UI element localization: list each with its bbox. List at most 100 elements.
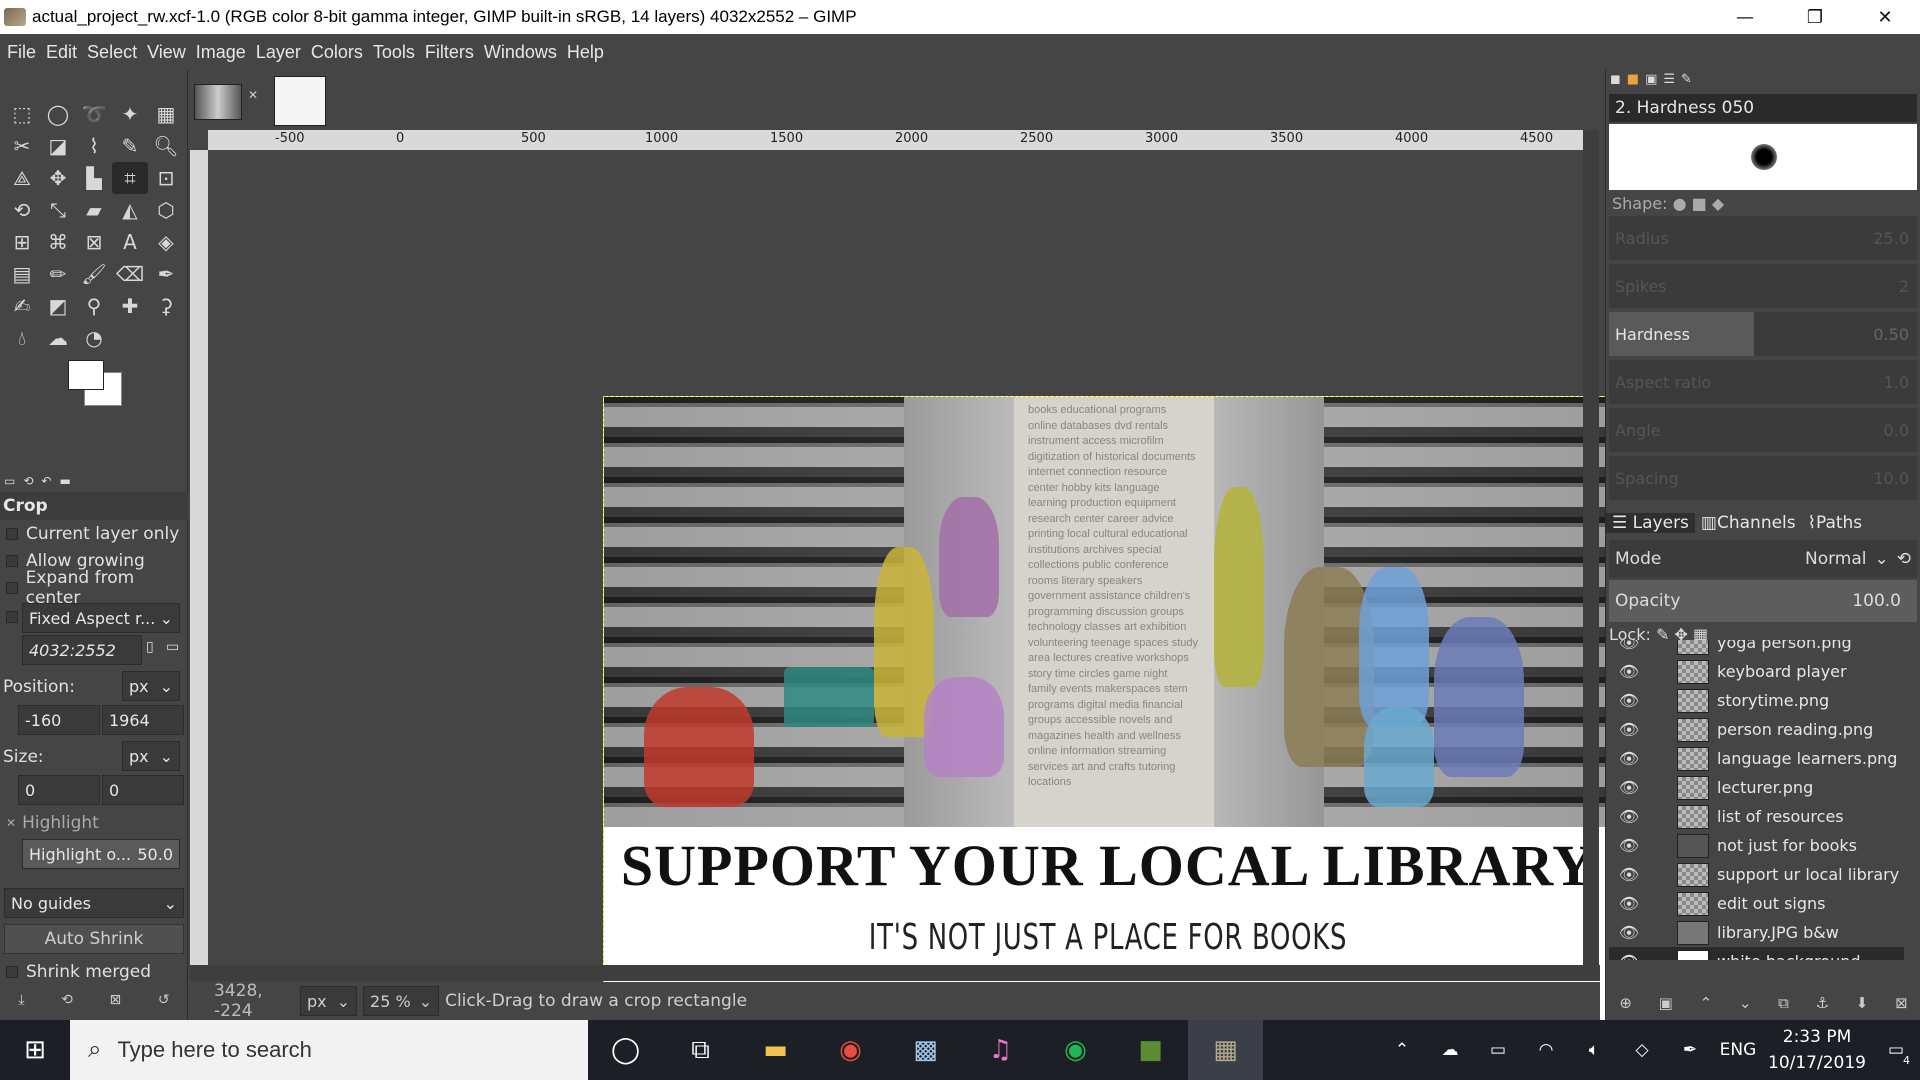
crop-icon[interactable]: ⌗ [112,162,148,194]
device-status-tab-icon[interactable]: ⟲ [23,474,33,488]
canvas-area[interactable]: books educational programs online databa… [208,150,1611,1033]
paintbrush-icon[interactable]: 🖌︎ [76,258,112,290]
diamond-shape-icon[interactable]: ◆ [1712,194,1724,213]
mypaint-icon[interactable]: ◩ [40,290,76,322]
brush-editor-tab-icon[interactable]: ✎ [1681,72,1692,87]
aspect-ratio-input[interactable]: 4032:2552 [22,635,142,665]
brushes-tab-icon[interactable]: ◼ [1610,72,1621,87]
layer-row[interactable]: 👁︎ storytime.png [1609,686,1904,715]
unified-transform-icon[interactable]: ⊡ [148,162,184,194]
layer-row[interactable]: 👁︎ language learners.png [1609,744,1904,773]
spotify-icon[interactable]: ◉ [1038,1020,1113,1080]
raise-layer-icon[interactable]: ⌃ [1700,994,1713,1012]
vertical-scrollbar[interactable] [1583,130,1599,965]
onedrive-icon[interactable]: ☁ [1426,1040,1474,1060]
task-view-icon[interactable]: ⧉ [663,1020,738,1080]
mode-switch-icon[interactable]: ⟲ [1897,549,1911,569]
chrome-icon[interactable]: ◉ [813,1020,888,1080]
expand-from-center-checkbox[interactable]: Expand from center [0,568,188,608]
menu-select[interactable]: Select [82,42,142,63]
smudge-icon[interactable]: 💧︎ [4,322,40,354]
image-tab-thumbnail[interactable] [194,84,242,120]
guides-dropdown[interactable]: No guides ⌄ [4,888,184,918]
rotate-icon[interactable]: ⟲ [4,194,40,226]
volume-icon[interactable]: 🔈︎ [1570,1040,1618,1060]
anchor-layer-icon[interactable]: ⚓ [1816,994,1829,1012]
tab-paths[interactable]: ⌇Paths [1802,513,1869,533]
text-icon[interactable]: A [112,226,148,258]
menu-filters[interactable]: Filters [420,42,479,63]
gimp-taskbar-icon[interactable]: ▦ [1188,1020,1263,1080]
airbrush-icon[interactable]: ✒ [148,258,184,290]
menu-colors[interactable]: Colors [306,42,368,63]
position-unit-select[interactable]: px ⌄ [122,671,180,701]
cortana-icon[interactable]: ◯ [588,1020,663,1080]
highlight-opacity-slider[interactable]: Highlight o... 50.0 [22,839,180,869]
duplicate-layer-icon[interactable]: ⧉ [1778,994,1789,1012]
size-height-input[interactable]: 0 [102,775,184,805]
menu-view[interactable]: View [142,42,191,63]
hardness-slider[interactable]: Hardness 0.50 [1609,312,1917,356]
new-layer-group-icon[interactable]: ▣ [1659,994,1673,1012]
scissors-icon[interactable]: ✂ [4,130,40,162]
layer-row[interactable]: 👁︎ library.JPG b&w [1609,918,1904,947]
dodge-icon[interactable]: ◔ [76,322,112,354]
measure-icon[interactable]: ⟁ [4,162,40,194]
layer-opacity-slider[interactable]: Opacity 100.0 [1609,580,1917,622]
bucket-fill-icon[interactable]: ◈ [148,226,184,258]
landscape-icon[interactable]: ▭ [166,639,179,655]
undo-history-tab-icon[interactable]: ↶ [41,474,51,488]
wifi-icon[interactable]: ◠ [1522,1040,1570,1060]
close-button[interactable]: ✕ [1850,0,1920,34]
taskbar-search[interactable]: ⌕ Type here to search [70,1020,588,1080]
chevron-up-icon[interactable]: ⌃ [1378,1040,1426,1060]
layer-row[interactable]: 👁︎ edit out signs [1609,889,1904,918]
ellipse-select-icon[interactable]: ◯ [40,98,76,130]
lower-layer-icon[interactable]: ⌄ [1739,994,1752,1012]
tab-layers[interactable]: ☰ Layers [1606,513,1695,533]
flip-icon[interactable]: ◭ [112,194,148,226]
layer-row[interactable]: 👁︎ person reading.png [1609,715,1904,744]
blur-icon[interactable]: ☁ [40,322,76,354]
size-width-input[interactable]: 0 [18,775,100,805]
move-icon[interactable]: ✥ [40,162,76,194]
spikes-slider[interactable]: Spikes 2 [1609,264,1917,308]
dropbox-icon[interactable]: ◇ [1618,1040,1666,1060]
menu-windows[interactable]: Windows [479,42,562,63]
fonts-tab-icon[interactable]: ▣ [1645,72,1657,87]
image-canvas[interactable]: books educational programs online databa… [603,396,1611,1033]
aspect-ratio-slider[interactable]: Aspect ratio 1.0 [1609,360,1917,404]
battery-icon[interactable]: ▭ [1474,1040,1522,1060]
tab-channels[interactable]: ▥Channels [1695,513,1802,533]
blend-icon[interactable]: ▤ [4,258,40,290]
menu-tools[interactable]: Tools [368,42,420,63]
position-y-input[interactable]: 1964 [102,705,184,735]
layer-row[interactable]: 👁︎ list of resources [1609,802,1904,831]
menu-file[interactable]: File [2,42,41,63]
highlight-checkbox[interactable]: ✕ Highlight [0,809,99,836]
windows-start-button[interactable]: ⊞ [0,1020,70,1080]
square-shape-icon[interactable]: ■ [1692,194,1707,213]
layer-row[interactable]: 👁︎ keyboard player [1609,657,1904,686]
patterns-tab-icon[interactable]: ■ [1627,72,1639,87]
close-tab-icon[interactable]: ✕ [248,88,258,102]
save-options-icon[interactable]: ⤓ [18,992,24,1018]
document-history-tab-icon[interactable]: ☰ [1663,72,1675,87]
clock[interactable]: 2:33 PM 10/17/2019 [1762,1024,1872,1076]
menu-edit[interactable]: Edit [41,42,82,63]
scale-icon[interactable]: ⤡ [40,194,76,226]
mode-select[interactable]: Normal [1805,549,1867,569]
layer-row[interactable]: 👁︎ support ur local library [1609,860,1904,889]
angle-slider[interactable]: Angle 0.0 [1609,408,1917,452]
fuzzy-select-icon[interactable]: ✦ [112,98,148,130]
layer-row[interactable]: 👁︎ not just for books [1609,831,1904,860]
menu-image[interactable]: Image [191,42,251,63]
menu-help[interactable]: Help [562,42,609,63]
shrink-merged-checkbox[interactable]: Shrink merged [0,958,151,985]
perspective-icon[interactable]: ⬡ [148,194,184,226]
color-picker-icon[interactable]: ✎ [112,130,148,162]
cage-icon[interactable]: ⊞ [4,226,40,258]
tool-options-tab-icon[interactable]: ▭ [4,474,15,488]
select-by-color-icon[interactable]: ▦ [148,98,184,130]
align-icon[interactable]: ▙ [76,162,112,194]
